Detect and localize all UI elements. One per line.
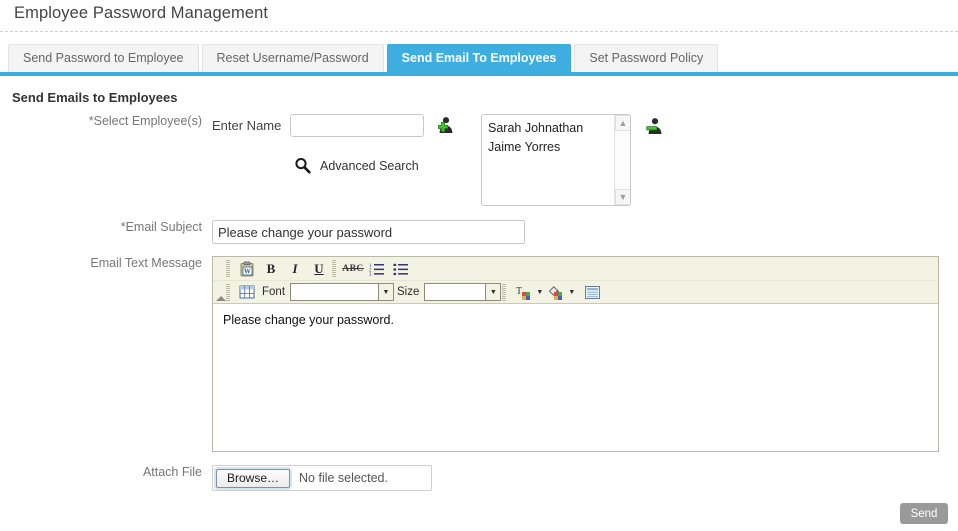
toolbar-grip-handle-4[interactable] [502,283,507,301]
employee-name-input[interactable] [290,114,424,137]
browse-button[interactable]: Browse… [216,468,291,488]
text-color-dropdown-arrow[interactable]: ▼ [536,289,543,296]
chevron-up-icon[interactable]: ▲ [615,115,630,131]
bullet-list-icon[interactable] [390,259,412,279]
tab-reset-username-password[interactable]: Reset Username/Password [201,44,384,72]
tab-active-underline [0,72,958,76]
size-label: Size [397,286,420,298]
tab-send-password-to-employee[interactable]: Send Password to Employee [8,44,199,72]
title-divider [0,31,958,32]
panel-icon[interactable] [581,282,603,302]
selected-employees-list[interactable]: Sarah Johnathan Jaime Yorres ▲ ▼ [481,114,631,206]
font-select-value [291,284,379,300]
email-subject-label: *Email Subject [120,220,202,234]
attach-file-label: Attach File [142,465,202,479]
paste-from-word-icon[interactable]: W [236,259,258,279]
bold-icon[interactable]: B [260,259,282,279]
select-employees-label: *Select Employee(s) [88,114,202,128]
search-icon [294,157,311,174]
chevron-down-icon[interactable]: ▼ [485,284,501,300]
editor-toolbar-row-1: W B I U ABC 1 2 3 [213,257,938,280]
row-select-employees: *Select Employee(s) Enter Name Advanced … [0,114,958,206]
email-body-editor[interactable]: Please change your password. [213,304,938,451]
underline-icon[interactable]: U [308,259,330,279]
toolbar-grip-handle[interactable] [226,260,230,277]
editor-toolbar-row-2: Font ▼ Size ▼ T ▼ ▼ [213,280,938,303]
row-email-text-message: Email Text Message W B I U ABC 1 2 3 Fon… [0,256,958,452]
toolbar-grip-handle-3[interactable] [226,283,230,301]
size-select[interactable]: ▼ [424,283,502,301]
row-attach-file: Attach File Browse… No file selected. [0,465,958,491]
file-input-wrapper[interactable]: Browse… No file selected. [212,465,432,491]
row-email-subject: *Email Subject [0,220,958,244]
chevron-down-icon[interactable]: ▼ [378,284,394,300]
remove-person-icon[interactable] [643,116,665,138]
tab-send-email-to-employees[interactable]: Send Email To Employees [386,44,572,72]
toolbar-grip-handle-2[interactable] [332,260,336,277]
toolbar-collapse-handle[interactable] [216,296,226,301]
italic-icon[interactable]: I [284,259,306,279]
insert-table-icon[interactable] [236,282,258,302]
editor-toolbar: W B I U ABC 1 2 3 Font ▼ Size ▼ T ▼ ▼ [213,257,938,304]
list-item[interactable]: Sarah Johnathan [487,119,630,138]
svg-text:T: T [516,286,522,297]
add-person-icon[interactable] [434,115,456,137]
font-label: Font [262,286,286,298]
svg-text:3: 3 [369,272,372,275]
size-select-value [425,284,486,300]
background-color-icon[interactable] [544,282,566,302]
rich-text-editor: W B I U ABC 1 2 3 Font ▼ Size ▼ T ▼ ▼ Pl… [212,256,939,452]
tab-set-password-policy[interactable]: Set Password Policy [574,44,719,72]
chevron-down-icon[interactable]: ▼ [615,189,630,205]
email-subject-input[interactable] [212,220,525,244]
font-select[interactable]: ▼ [290,283,395,301]
advanced-search-label: Advanced Search [320,158,419,173]
employee-list-scrollbar[interactable]: ▲ ▼ [614,115,630,205]
strikethrough-icon[interactable]: ABC [342,259,364,279]
enter-name-label: Enter Name [212,118,282,133]
list-item[interactable]: Jaime Yorres [487,138,630,157]
section-heading: Send Emails to Employees [12,90,178,105]
svg-text:W: W [244,267,251,275]
email-form: *Select Employee(s) Enter Name Advanced … [0,114,958,491]
employee-password-management-page: Employee Password Management Send Passwo… [0,0,958,531]
advanced-search-link[interactable]: Advanced Search [294,157,460,174]
tab-bar: Send Password to Employee Reset Username… [8,44,721,72]
background-color-dropdown-arrow[interactable]: ▼ [568,289,575,296]
send-button[interactable]: Send [900,503,948,524]
email-text-message-label: Email Text Message [90,256,202,270]
page-title: Employee Password Management [14,4,269,22]
text-color-icon[interactable]: T [512,282,534,302]
numbered-list-icon[interactable]: 1 2 3 [366,259,388,279]
file-status-text: No file selected. [299,471,388,485]
